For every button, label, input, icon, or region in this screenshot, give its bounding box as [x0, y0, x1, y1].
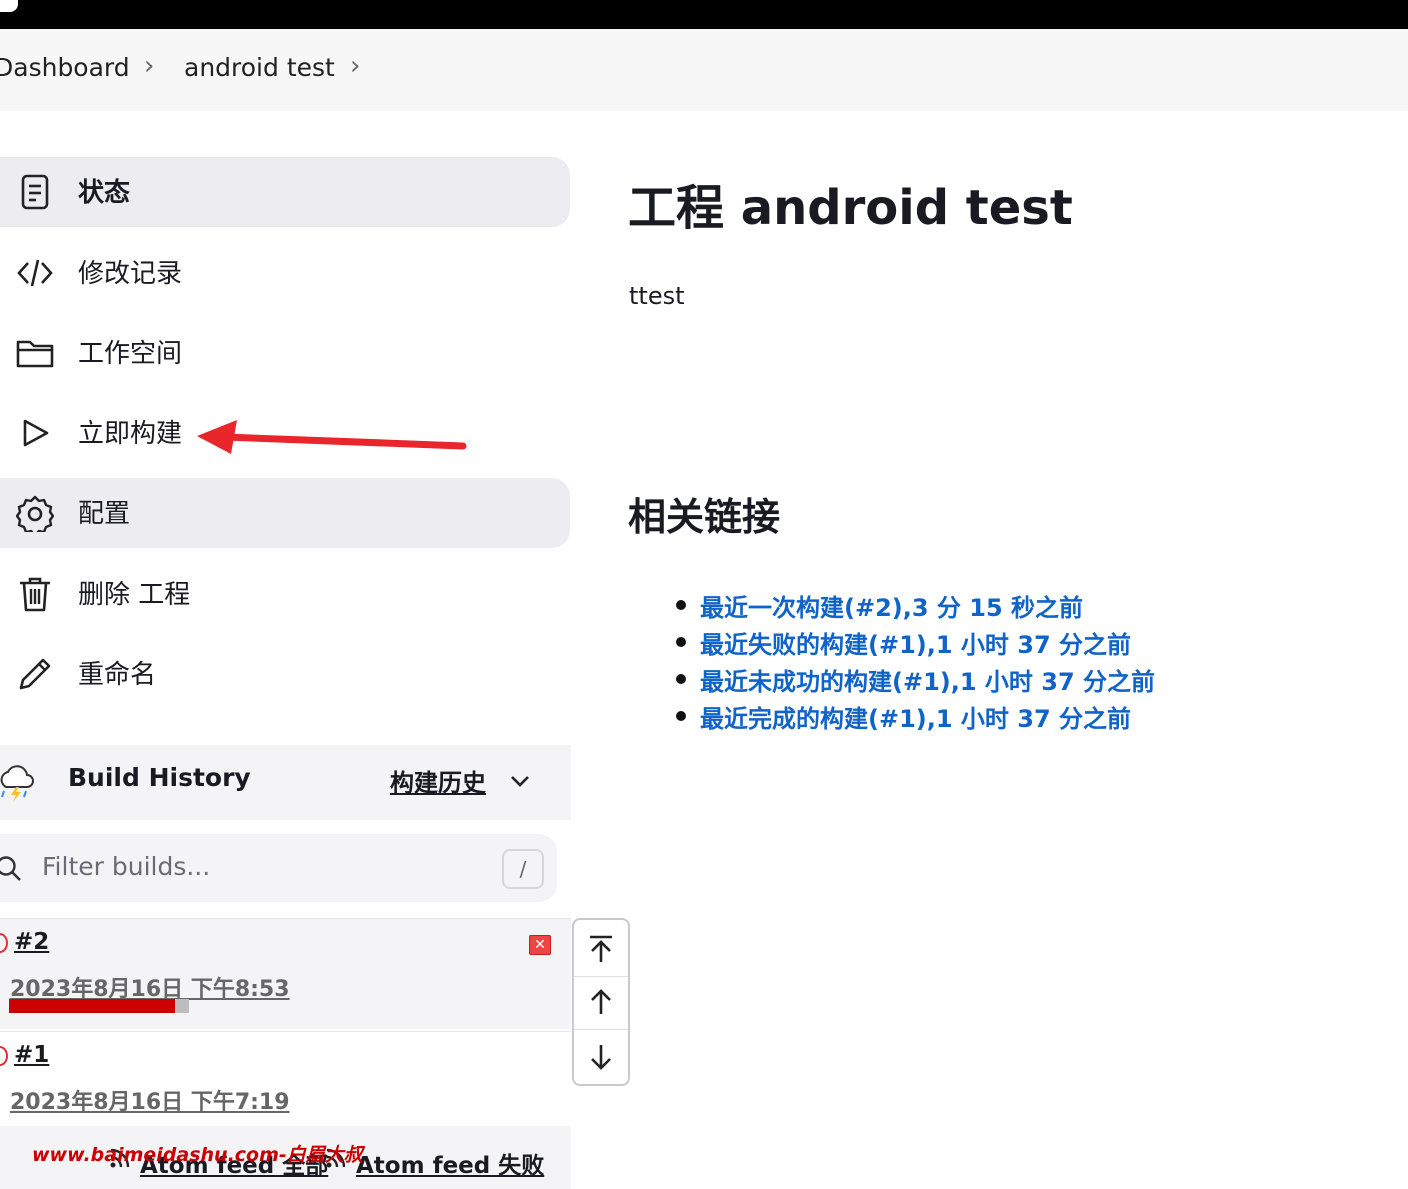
list-item: 最近失败的构建(#1),1 小时 37 分之前 [674, 625, 1155, 662]
build-trend-link[interactable]: 构建历史 [390, 763, 486, 798]
scroll-controls [572, 918, 630, 1086]
sidebar-item-label: 重命名 [78, 660, 157, 690]
breadcrumb: Dashboard › android test › [0, 29, 1408, 111]
sidebar-item-rename[interactable]: 重命名 [0, 639, 570, 709]
watermark-text: www.baimeidashu.com-白眉大叔 [32, 1144, 363, 1166]
page-title: 工程 android test [628, 180, 1073, 236]
scroll-up-button[interactable] [574, 975, 628, 1030]
top-header [0, 0, 1408, 29]
list-item: 最近一次构建(#2),3 分 15 秒之前 [674, 588, 1155, 625]
gear-icon [16, 495, 54, 532]
sidebar-item-label: 状态 [78, 178, 131, 208]
arrow-down-icon [591, 1045, 611, 1070]
jenkins-logo[interactable] [0, 0, 18, 12]
failed-status-icon [0, 1046, 8, 1066]
sidebar-item-label: 修改记录 [78, 259, 183, 289]
keyboard-shortcut-badge: / [502, 849, 544, 889]
sidebar-item-label: 立即构建 [78, 419, 183, 449]
atom-feed-failed-link[interactable]: Atom feed 失败 [356, 1146, 544, 1180]
arrow-to-top-icon [590, 935, 612, 962]
scroll-top-button[interactable] [574, 922, 628, 977]
list-item: 最近完成的构建(#1),1 小时 37 分之前 [674, 699, 1155, 736]
breadcrumb-android-test[interactable]: android test [184, 53, 335, 82]
related-links-list: 最近一次构建(#2),3 分 15 秒之前 最近失败的构建(#1),1 小时 3… [674, 588, 1155, 736]
document-icon [21, 174, 49, 210]
build-history-header: Build History 构建历史 [0, 745, 571, 820]
sidebar-item-status[interactable]: 状态 [0, 157, 570, 227]
scroll-down-button[interactable] [574, 1030, 628, 1084]
sidebar-item-label: 工作空间 [78, 339, 183, 369]
sidebar-item-changes[interactable]: 修改记录 [0, 238, 570, 308]
annotation-arrow-icon [197, 420, 467, 454]
build-row[interactable]: #2 2023年8月16日 下午8:53 ✕ [0, 918, 571, 1029]
chevron-down-icon[interactable] [508, 769, 532, 793]
last-completed-build-link[interactable]: 最近完成的构建(#1),1 小时 37 分之前 [700, 705, 1131, 733]
last-build-link[interactable]: 最近一次构建(#2),3 分 15 秒之前 [700, 594, 1083, 622]
last-unsuccessful-build-link[interactable]: 最近未成功的构建(#1),1 小时 37 分之前 [700, 668, 1155, 696]
list-item: 最近未成功的构建(#1),1 小时 37 分之前 [674, 662, 1155, 699]
chevron-right-icon[interactable]: › [350, 51, 360, 81]
failed-status-icon [0, 933, 8, 953]
play-icon [23, 419, 49, 447]
atom-feed-bar: Atom feed 全部 Atom feed 失败 www.baimeidash… [0, 1126, 571, 1189]
related-links-heading: 相关链接 [628, 495, 781, 539]
build-history-title: Build History [68, 763, 251, 792]
storm-weather-icon [0, 765, 34, 802]
search-icon [0, 856, 21, 881]
last-failed-build-link[interactable]: 最近失败的构建(#1),1 小时 37 分之前 [700, 631, 1131, 659]
sidebar-item-configure[interactable]: 配置 [0, 478, 570, 548]
build-number-link[interactable]: #2 [14, 929, 49, 955]
folder-icon [16, 340, 54, 368]
breadcrumb-dashboard[interactable]: Dashboard [0, 53, 130, 82]
build-date-link[interactable]: 2023年8月16日 下午7:19 [10, 1084, 290, 1116]
chevron-right-icon: › [144, 51, 155, 81]
build-progress-fill [9, 999, 175, 1013]
pencil-icon [19, 658, 51, 690]
arrow-up-icon [591, 989, 611, 1014]
sidebar-item-workspace[interactable]: 工作空间 [0, 318, 570, 388]
filter-placeholder: Filter builds... [42, 852, 211, 881]
filter-builds-input[interactable]: Filter builds... / [0, 834, 557, 902]
build-progress-bar [9, 999, 189, 1013]
sidebar-item-label: 删除 工程 [78, 580, 191, 610]
project-description: ttest [629, 282, 685, 310]
sidebar-item-delete-project[interactable]: 删除 工程 [0, 559, 570, 629]
trash-icon [20, 577, 50, 612]
code-icon [17, 259, 53, 287]
sidebar-item-label: 配置 [78, 499, 131, 529]
build-number-link[interactable]: #1 [14, 1042, 49, 1068]
cancel-build-icon[interactable]: ✕ [529, 935, 551, 955]
